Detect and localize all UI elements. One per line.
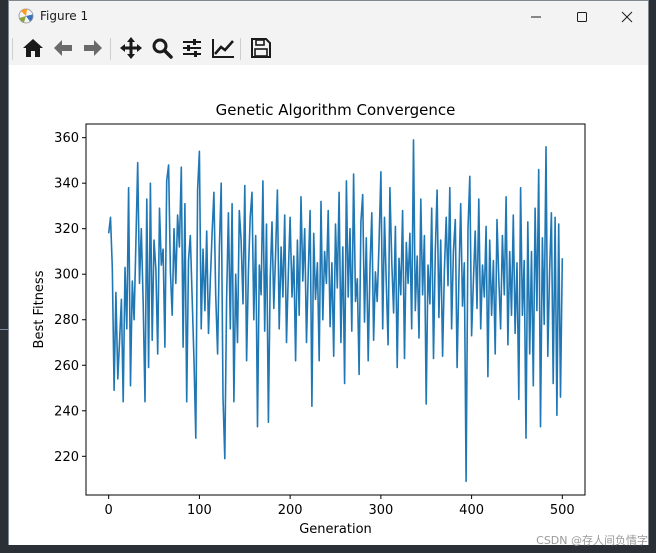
y-tick-label: 280 (54, 313, 79, 328)
toolbar-separator (110, 38, 111, 60)
y-tick-label: 360 (54, 131, 79, 146)
forward-button[interactable] (81, 36, 105, 60)
floppy-disk-icon (251, 38, 271, 58)
figure-canvas[interactable]: 220 240 260 280 300 320 340 360 0 100 200 300 400 50… (9, 65, 648, 545)
close-icon (621, 11, 633, 22)
x-tick-label: 0 (105, 503, 113, 518)
figure-window: Figure 1 220 240 260 280 300 320 340 360… (8, 0, 649, 545)
y-tick-label: 300 (54, 268, 79, 283)
zoom-button[interactable] (150, 36, 174, 60)
x-tick-label: 200 (278, 503, 303, 518)
home-button[interactable] (21, 36, 45, 60)
minimize-button[interactable] (513, 1, 559, 32)
arrow-left-icon (54, 40, 72, 56)
chart-title: Genetic Algorithm Convergence (216, 101, 456, 119)
title-bar[interactable]: Figure 1 (9, 1, 648, 32)
window-title: Figure 1 (40, 9, 89, 23)
plot-area (85, 123, 586, 496)
toolbar-separator (240, 38, 241, 60)
sliders-icon (183, 39, 201, 57)
background-edge-mark (0, 329, 8, 330)
x-tick-label: 300 (368, 503, 393, 518)
x-tick-label: 500 (550, 503, 575, 518)
line-chart-icon (212, 39, 234, 58)
series-group (107, 139, 564, 483)
back-button[interactable] (51, 36, 75, 60)
arrow-right-icon (84, 40, 102, 56)
x-tick-label: 100 (187, 503, 212, 518)
y-axis: 220 240 260 280 300 320 340 360 (54, 131, 86, 465)
y-axis-label: Best Fitness (32, 270, 47, 348)
save-button[interactable] (249, 36, 273, 60)
y-tick-label: 340 (54, 177, 79, 192)
x-axis: 0 100 200 300 400 500 (105, 495, 575, 518)
close-button[interactable] (604, 1, 650, 32)
y-tick-label: 320 (54, 222, 79, 237)
configure-subplots-button[interactable] (180, 36, 204, 60)
move-icon (120, 37, 142, 59)
maximize-button[interactable] (559, 1, 605, 32)
fitness-series-line (107, 139, 564, 483)
maximize-icon (577, 11, 587, 22)
y-tick-label: 240 (54, 404, 79, 419)
pan-button[interactable] (119, 36, 143, 60)
toolbar-grip (12, 38, 13, 60)
edit-axis-button[interactable] (211, 36, 235, 60)
x-tick-label: 400 (459, 503, 484, 518)
navigation-toolbar (9, 32, 648, 66)
minimize-icon (531, 16, 541, 17)
y-tick-label: 260 (54, 359, 79, 374)
home-icon (23, 39, 43, 57)
y-tick-label: 220 (54, 450, 79, 465)
watermark-text: CSDN @存人间负情字 (536, 534, 648, 547)
magnifier-icon (152, 38, 173, 59)
x-axis-label: Generation (299, 522, 372, 537)
line-chart: 220 240 260 280 300 320 340 360 0 100 200 300 400 50… (32, 101, 586, 537)
matplotlib-app-icon (18, 8, 34, 24)
